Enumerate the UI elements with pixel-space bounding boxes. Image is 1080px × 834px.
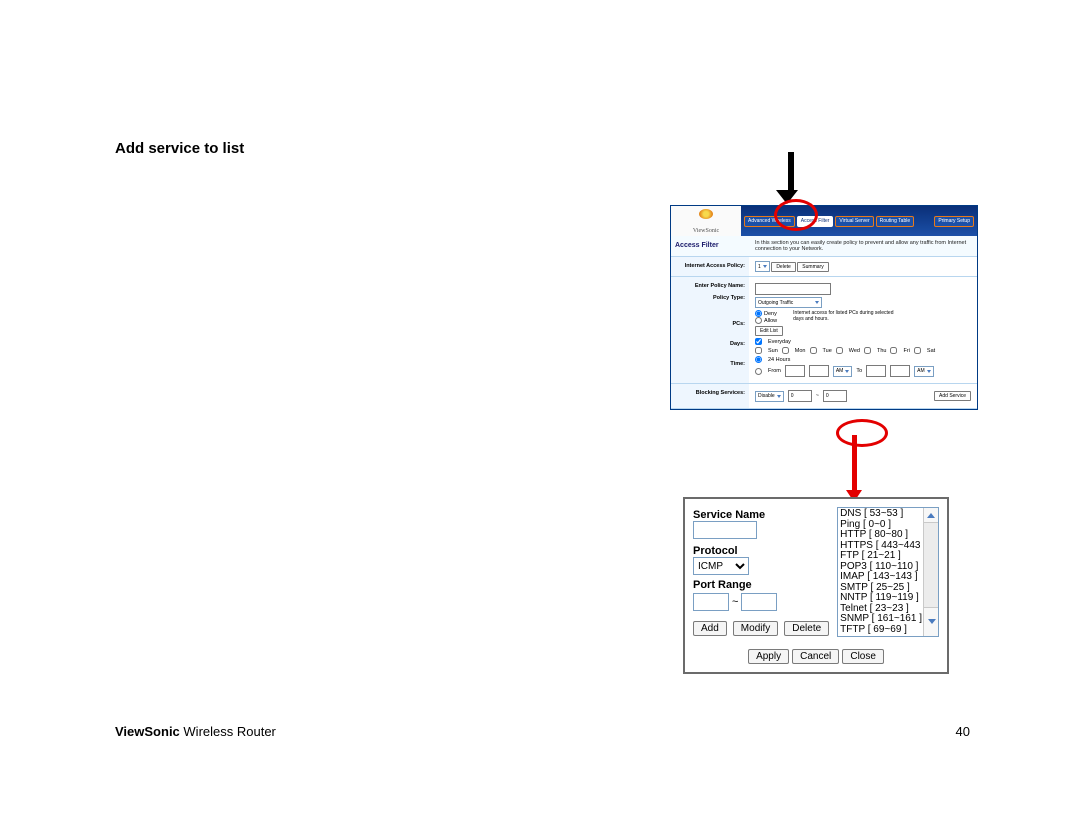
- summary-button[interactable]: Summary: [797, 262, 828, 272]
- fri-label: Fri: [903, 348, 909, 354]
- time-label: Time:: [675, 361, 745, 367]
- sat-checkbox[interactable]: [914, 347, 921, 354]
- from-radio[interactable]: [755, 368, 762, 375]
- highlight-arrow-icon: [848, 435, 862, 502]
- tue-label: Tue: [823, 348, 832, 354]
- close-button[interactable]: Close: [842, 649, 884, 664]
- tab-routing-table[interactable]: Routing Table: [876, 216, 915, 227]
- wed-checkbox[interactable]: [836, 347, 843, 354]
- mon-label: Mon: [795, 348, 806, 354]
- scrollbar[interactable]: [923, 508, 938, 636]
- to-min-input[interactable]: [890, 365, 910, 377]
- from-min-input[interactable]: [809, 365, 829, 377]
- policy-section-label: Internet Access Policy:: [671, 257, 749, 276]
- service-list-item[interactable]: IMAP [ 143~143 ]: [840, 572, 936, 583]
- tue-checkbox[interactable]: [810, 347, 817, 354]
- service-list-item[interactable]: NNTP [ 119~119 ]: [840, 593, 936, 604]
- policy-number-select[interactable]: 1: [755, 261, 770, 272]
- tilde-label: ~: [732, 596, 738, 608]
- to-hour-input[interactable]: [866, 365, 886, 377]
- fri-checkbox[interactable]: [890, 347, 897, 354]
- tab-virtual-server[interactable]: Virtual Server: [835, 216, 873, 227]
- enter-policy-name-label: Enter Policy Name:: [675, 283, 745, 289]
- protocol-select[interactable]: ICMP: [693, 557, 749, 575]
- pcs-label: PCs:: [675, 321, 745, 327]
- service-list-item[interactable]: FTP [ 21~21 ]: [840, 551, 936, 562]
- footer-brand: ViewSonic Wireless Router: [115, 724, 276, 739]
- from-label: From: [768, 368, 781, 374]
- thu-label: Thu: [877, 348, 886, 354]
- service-name-label: Service Name: [693, 509, 829, 521]
- apply-button[interactable]: Apply: [748, 649, 789, 664]
- sun-checkbox[interactable]: [755, 347, 762, 354]
- policy-type-label: Policy Type:: [675, 295, 745, 301]
- scroll-up-icon[interactable]: [924, 508, 938, 523]
- service-list-item[interactable]: TFTP [ 69~69 ]: [840, 625, 936, 636]
- thu-checkbox[interactable]: [864, 347, 871, 354]
- from-hour-input[interactable]: [785, 365, 805, 377]
- add-button[interactable]: Add: [693, 621, 727, 636]
- highlight-ring-icon: [836, 419, 888, 447]
- service-list-item[interactable]: DNS [ 53~53 ]: [840, 509, 936, 520]
- footer-page-number: 40: [956, 724, 970, 739]
- allow-label: Allow: [764, 318, 777, 324]
- service-listbox[interactable]: DNS [ 53~53 ]Ping [ 0~0 ]HTTP [ 80~80 ]H…: [837, 507, 939, 637]
- blocking-disable-select[interactable]: Disable: [755, 391, 784, 402]
- sun-label: Sun: [768, 348, 778, 354]
- to-ampm-select[interactable]: AM: [914, 366, 934, 377]
- access-hint: Internet access for listed PCs during se…: [793, 310, 903, 322]
- delete-service-button[interactable]: Delete: [784, 621, 829, 636]
- brand-logo: ViewSonic: [671, 206, 741, 236]
- policy-name-input[interactable]: [755, 283, 831, 295]
- protocol-label: Protocol: [693, 545, 829, 557]
- add-service-button[interactable]: Add Service: [934, 391, 971, 401]
- cancel-button[interactable]: Cancel: [792, 649, 839, 664]
- add-service-dialog: Service Name Protocol ICMP Port Range ~ …: [683, 497, 949, 674]
- 24h-radio[interactable]: [755, 356, 762, 363]
- blocking-port-a-input[interactable]: [788, 390, 812, 402]
- from-ampm-select[interactable]: AM: [833, 366, 853, 377]
- delete-policy-button[interactable]: Delete: [771, 262, 795, 272]
- mon-checkbox[interactable]: [782, 347, 789, 354]
- wed-label: Wed: [849, 348, 860, 354]
- sat-label: Sat: [927, 348, 935, 354]
- service-name-input[interactable]: [693, 521, 757, 539]
- intro-text: In this section you can easily create po…: [749, 236, 977, 256]
- to-label: To: [856, 368, 862, 374]
- service-list-item[interactable]: HTTP [ 80~80 ]: [840, 530, 936, 541]
- arrow-down-icon: [784, 152, 798, 204]
- tab-primary-setup[interactable]: Primary Setup: [934, 216, 974, 227]
- port-range-label: Port Range: [693, 579, 829, 591]
- router-admin-screenshot: ViewSonic Advanced Wireless Access Filte…: [670, 205, 978, 410]
- tab-access-filter[interactable]: Access Filter: [797, 216, 834, 227]
- deny-radio[interactable]: [755, 310, 762, 317]
- modify-button[interactable]: Modify: [733, 621, 778, 636]
- everyday-label: Everyday: [768, 339, 791, 345]
- 24h-label: 24 Hours: [768, 357, 790, 363]
- allow-radio[interactable]: [755, 317, 762, 324]
- everyday-checkbox[interactable]: [755, 338, 762, 345]
- port-range-end-input[interactable]: [741, 593, 777, 611]
- intro-label: Access Filter: [671, 236, 749, 256]
- edit-list-button[interactable]: Edit List: [755, 326, 783, 336]
- blocking-services-label: Blocking Services:: [671, 384, 749, 408]
- service-list-item[interactable]: SNMP [ 161~161 ]: [840, 614, 936, 625]
- scroll-down-icon[interactable]: [924, 607, 939, 636]
- page-title: Add service to list: [115, 140, 244, 157]
- tab-advanced-wireless[interactable]: Advanced Wireless: [744, 216, 795, 227]
- policy-type-select[interactable]: Outgoing Traffic: [755, 297, 822, 308]
- port-range-start-input[interactable]: [693, 593, 729, 611]
- blocking-port-b-input[interactable]: [823, 390, 847, 402]
- days-label: Days:: [675, 341, 745, 347]
